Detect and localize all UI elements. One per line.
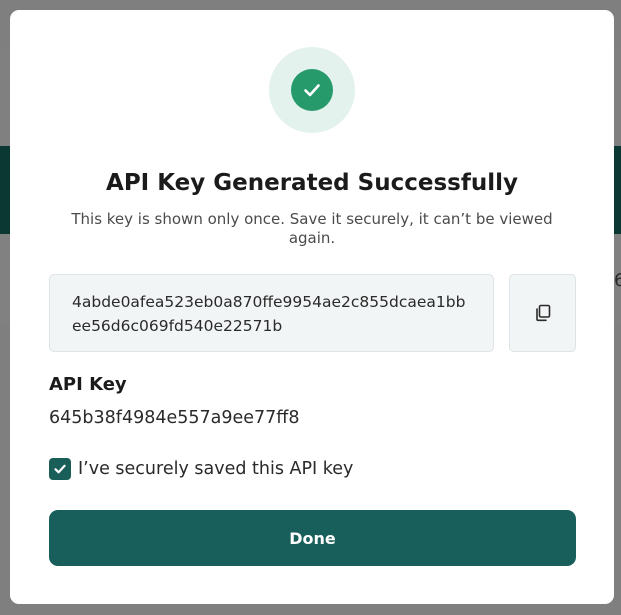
saved-confirmation-checkbox[interactable] [49, 458, 71, 480]
api-key-label: API Key [49, 374, 127, 395]
success-icon-halo [269, 47, 355, 133]
dialog-subtitle: This key is shown only once. Save it sec… [71, 210, 553, 247]
copy-key-button[interactable] [509, 274, 576, 352]
done-button[interactable]: Done [49, 510, 576, 566]
saved-confirmation-label: I’ve securely saved this API key [78, 459, 354, 479]
copy-icon [535, 304, 550, 322]
check-icon [291, 69, 333, 111]
saved-confirmation-row[interactable]: I’ve securely saved this API key [49, 457, 353, 481]
api-key-id-value: 645b38f4984e557a9ee77ff8 [49, 408, 300, 428]
api-key-success-dialog: API Key Generated Successfully This key … [10, 10, 614, 604]
background-peek-text: 6 [614, 270, 621, 291]
checkmark-icon [54, 464, 66, 474]
dialog-title: API Key Generated Successfully [106, 170, 518, 196]
generated-key-display[interactable]: 4abde0afea523eb0a870ffe9954ae2c855dcaea1… [49, 274, 494, 352]
